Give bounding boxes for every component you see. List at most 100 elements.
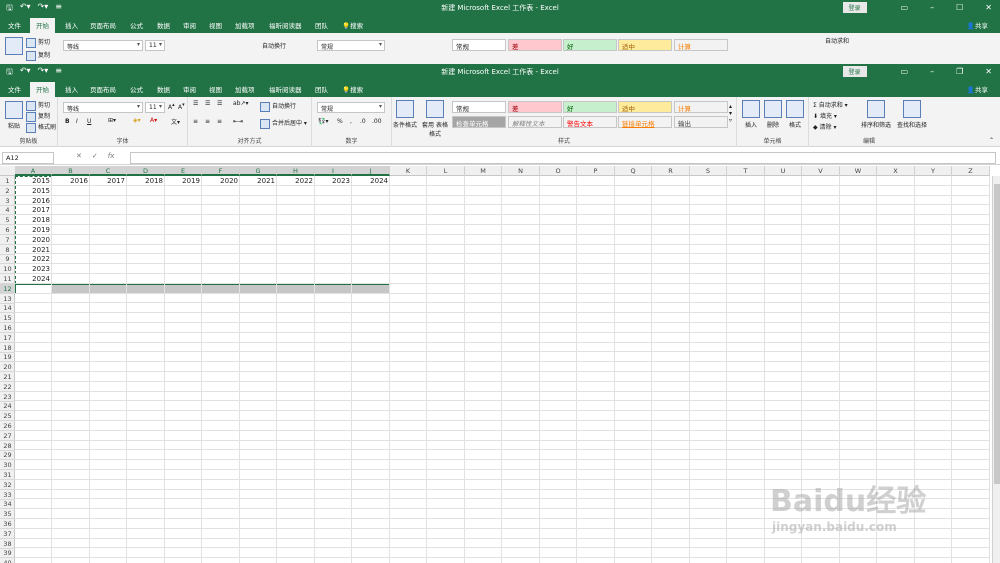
row-header-20[interactable]: 20 [0, 362, 15, 373]
tab-formulas[interactable]: 公式 [130, 20, 143, 30]
column-header-w[interactable]: W [840, 166, 877, 176]
row-header-19[interactable]: 19 [0, 352, 15, 363]
tab-review[interactable]: 审阅 [183, 84, 196, 94]
style-output[interactable]: 输出 [674, 116, 728, 128]
align-center-icon[interactable]: ≡ [205, 118, 210, 125]
column-header-t[interactable]: T [727, 166, 765, 176]
tab-page-layout[interactable]: 页面布局 [90, 20, 116, 30]
style-check-cell[interactable]: 检查单元格 [452, 116, 506, 128]
tab-home[interactable]: 开始 [30, 82, 55, 98]
minimize-icon[interactable]: – [930, 3, 934, 12]
column-header-a[interactable]: A [15, 166, 52, 176]
row-header-36[interactable]: 36 [0, 519, 15, 529]
tab-view[interactable]: 视图 [209, 84, 222, 94]
tab-formulas[interactable]: 公式 [130, 84, 143, 94]
font-size-bg[interactable]: 11 [145, 40, 165, 51]
ribbon-display-icon[interactable]: ▭ [901, 67, 909, 76]
italic-button[interactable]: I [76, 118, 78, 125]
row-header-2[interactable]: 2 [0, 186, 15, 196]
login-button[interactable]: 登录 [842, 66, 867, 77]
row-header-18[interactable]: 18 [0, 343, 15, 353]
currency-icon[interactable]: 💱▾ [318, 118, 328, 125]
conditional-format-button[interactable]: 条件格式 [392, 100, 418, 129]
tab-addins[interactable]: 加载项 [235, 84, 255, 94]
tab-addins[interactable]: 加载项 [235, 20, 255, 30]
cancel-icon[interactable]: ✕ [76, 152, 82, 160]
row-header-32[interactable]: 32 [0, 480, 15, 490]
column-header-d[interactable]: D [127, 166, 165, 176]
maximize-icon[interactable]: ❐ [956, 67, 963, 76]
tab-home[interactable]: 开始 [30, 18, 55, 34]
cut-button[interactable]: 剪切 [26, 100, 50, 111]
tab-insert[interactable]: 插入 [65, 20, 78, 30]
font-size-select[interactable]: 11 [145, 102, 165, 113]
row-header-4[interactable]: 4 [0, 205, 15, 216]
align-left-icon[interactable]: ≡ [193, 118, 198, 125]
row-header-3[interactable]: 3 [0, 196, 15, 206]
enter-icon[interactable]: ✓ [92, 152, 98, 160]
tab-file[interactable]: 文件 [8, 84, 21, 94]
tab-page-layout[interactable]: 页面布局 [90, 84, 116, 94]
row-header-1[interactable]: 1 [0, 176, 15, 186]
column-header-y[interactable]: Y [915, 166, 952, 176]
row-header-27[interactable]: 27 [0, 431, 15, 441]
fill-color-icon[interactable]: ◈▾ [133, 117, 141, 124]
row-header-31[interactable]: 31 [0, 470, 15, 480]
format-as-table-button[interactable]: 套用 表格格式 [420, 100, 450, 138]
wrap-text-bg[interactable]: 自动换行 [262, 41, 286, 50]
format-cells-button[interactable]: 格式 [785, 100, 805, 129]
row-header-13[interactable]: 13 [0, 294, 15, 304]
indent-icon[interactable]: ⇤⇥ [233, 118, 243, 125]
column-header-v[interactable]: V [802, 166, 840, 176]
row-header-30[interactable]: 30 [0, 460, 15, 471]
row-header-29[interactable]: 29 [0, 450, 15, 461]
align-right-icon[interactable]: ≡ [217, 118, 222, 125]
row-header-14[interactable]: 14 [0, 303, 15, 314]
column-header-f[interactable]: F [202, 166, 240, 176]
login-button[interactable]: 登录 [842, 2, 867, 13]
font-name-bg[interactable]: 等线 [63, 40, 143, 51]
column-header-q[interactable]: Q [615, 166, 652, 176]
find-select-button[interactable]: 查找和选择 [895, 100, 929, 129]
column-header-m[interactable]: M [465, 166, 502, 176]
tab-team[interactable]: 团队 [315, 84, 328, 94]
row-header-33[interactable]: 33 [0, 490, 15, 500]
row-header-21[interactable]: 21 [0, 372, 15, 382]
underline-button[interactable]: U [87, 118, 91, 125]
minimize-icon[interactable]: – [930, 67, 934, 76]
row-header-39[interactable]: 39 [0, 548, 15, 559]
align-bottom-icon[interactable]: ☰ [217, 100, 222, 107]
tab-data[interactable]: 数据 [157, 84, 170, 94]
number-format-bg[interactable]: 常规 [317, 40, 385, 51]
tab-team[interactable]: 团队 [315, 20, 328, 30]
paste-button-bg[interactable] [4, 37, 24, 57]
search-box[interactable]: 💡搜索 [342, 20, 363, 30]
column-header-p[interactable]: P [577, 166, 615, 176]
copy-button[interactable]: 复制 [26, 111, 50, 122]
row-header-11[interactable]: 11 [0, 274, 15, 284]
paste-button[interactable]: 粘贴 [3, 101, 25, 130]
row-header-25[interactable]: 25 [0, 411, 15, 422]
style-neutral-bg[interactable]: 适中 [618, 39, 672, 51]
tab-data[interactable]: 数据 [157, 20, 170, 30]
row-header-8[interactable]: 8 [0, 245, 15, 255]
vertical-scrollbar[interactable] [992, 176, 1000, 563]
orientation-icon[interactable]: ab↗▾ [233, 100, 249, 107]
column-header-b[interactable]: B [52, 166, 90, 176]
row-header-10[interactable]: 10 [0, 264, 15, 275]
percent-button[interactable]: % [337, 118, 343, 125]
row-header-37[interactable]: 37 [0, 529, 15, 539]
style-calculation[interactable]: 计算 [674, 101, 728, 113]
style-bad[interactable]: 差 [508, 101, 562, 113]
border-icon[interactable]: ⊞▾ [108, 117, 116, 124]
comma-icon[interactable]: , [350, 118, 352, 125]
sort-filter-button[interactable]: 排序和筛选 [859, 100, 893, 129]
cut-button-bg[interactable]: 剪切 [26, 37, 50, 48]
insert-cells-button[interactable]: 插入 [741, 100, 761, 129]
style-normal[interactable]: 常规 [452, 101, 506, 113]
column-header-h[interactable]: H [277, 166, 315, 176]
close-icon[interactable]: ✕ [985, 67, 992, 76]
row-header-17[interactable]: 17 [0, 333, 15, 343]
tab-foxit[interactable]: 福昕阅读器 [269, 84, 302, 94]
row-header-16[interactable]: 16 [0, 323, 15, 333]
